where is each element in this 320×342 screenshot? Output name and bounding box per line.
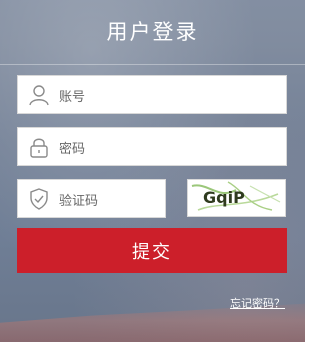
page-title: 用户登录: [106, 20, 199, 44]
forgot-password-link[interactable]: 忘记密码？: [230, 295, 285, 311]
shield-check-icon: [28, 188, 50, 210]
captcha-field[interactable]: 验证码: [17, 179, 166, 218]
user-icon: [28, 84, 50, 106]
title-bar: 用户登录: [0, 0, 305, 65]
captcha-text: GqiP: [203, 188, 245, 207]
captcha-image[interactable]: GqiP: [187, 179, 286, 217]
captcha-placeholder: 验证码: [59, 194, 99, 209]
lock-icon: [28, 136, 50, 158]
username-field[interactable]: 账号: [17, 75, 287, 114]
submit-button[interactable]: 提交: [17, 228, 287, 273]
login-panel: 用户登录 账号 密码 验证码 GqiP 提交 忘记密码？: [0, 0, 305, 342]
username-placeholder: 账号: [59, 90, 86, 105]
password-placeholder: 密码: [59, 142, 86, 157]
password-field[interactable]: 密码: [17, 127, 287, 166]
